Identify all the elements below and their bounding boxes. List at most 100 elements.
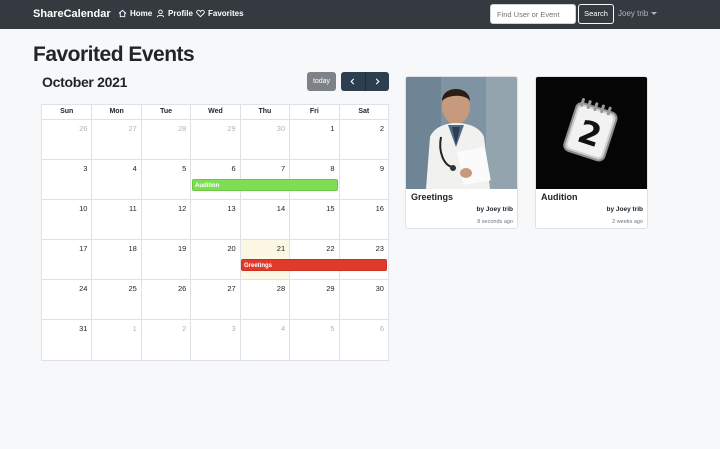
next-button[interactable]: [364, 72, 390, 91]
calendar-day[interactable]: 5: [140, 160, 190, 199]
day-number: 3: [83, 164, 88, 173]
calendar-day[interactable]: 26: [42, 120, 91, 159]
day-number: 27: [128, 124, 137, 133]
event-card-author[interactable]: by Joey trib: [477, 206, 513, 213]
calendar-week: 26 27 28 29 30 1 2: [42, 120, 388, 160]
event-card-time: 8 seconds ago: [477, 219, 513, 225]
chevron-right-icon: [375, 78, 380, 85]
calendar-day[interactable]: 5: [289, 320, 338, 360]
today-button[interactable]: today: [307, 72, 336, 91]
day-number: 23: [375, 244, 384, 253]
calendar-day[interactable]: 17: [42, 240, 91, 279]
day-number: 2: [379, 124, 384, 133]
day-number: 30: [276, 124, 286, 133]
calendar-day[interactable]: 18: [91, 240, 140, 279]
calendar-day[interactable]: 11: [91, 200, 140, 239]
calendar-week: 3 4 5 6 7 8 9 Audition: [42, 160, 388, 200]
calendar-day[interactable]: 10: [42, 200, 91, 239]
day-number: 5: [330, 324, 335, 333]
weekday-label: Mon: [91, 105, 140, 119]
calendar-week: 24 25 26 27 28 29 30: [42, 280, 388, 320]
search-input[interactable]: [490, 4, 576, 24]
day-number: 24: [79, 284, 88, 293]
event-card-time: 2 weeks ago: [612, 219, 643, 225]
day-number: 6: [379, 324, 384, 333]
nav-home[interactable]: Home: [118, 9, 152, 18]
day-number: 25: [128, 284, 137, 293]
day-number: 4: [132, 164, 137, 173]
home-icon: [118, 9, 127, 18]
day-number: 28: [177, 124, 187, 133]
calendar-day[interactable]: 15: [289, 200, 338, 239]
calendar-day[interactable]: 1: [289, 120, 338, 159]
calendar-day[interactable]: 9: [338, 160, 388, 199]
heart-icon: [196, 9, 205, 18]
event-card-title[interactable]: Greetings: [411, 192, 453, 202]
calendar-day[interactable]: 14: [239, 200, 289, 239]
day-number: 18: [128, 244, 137, 253]
calendar-day[interactable]: 16: [338, 200, 388, 239]
brand-logo[interactable]: ShareCalendar: [33, 8, 111, 20]
navbar: ShareCalendar Home Profile Favorites Sea…: [0, 0, 720, 29]
calendar-day[interactable]: 13: [190, 200, 239, 239]
day-number: 9: [379, 164, 384, 173]
day-number: 22: [326, 244, 335, 253]
nav-favorites[interactable]: Favorites: [196, 9, 244, 18]
event-image[interactable]: 2: [536, 77, 647, 189]
calendar-day[interactable]: 2: [338, 120, 388, 159]
search-button[interactable]: Search: [578, 4, 614, 24]
calendar-day[interactable]: 20: [190, 240, 239, 279]
day-number: 12: [177, 204, 187, 213]
calendar-grid: Sun Mon Tue Wed Thu Fri Sat 26 27 28 29 …: [41, 104, 389, 361]
event-image[interactable]: [406, 77, 517, 189]
day-number: 10: [79, 204, 88, 213]
event-card-audition[interactable]: 2 Audition by Joey trib 2 weeks ago: [535, 76, 648, 229]
calendar-day[interactable]: 3: [190, 320, 239, 360]
event-greetings[interactable]: Greetings: [241, 259, 387, 271]
calendar-day[interactable]: 28: [239, 280, 289, 319]
calendar-day[interactable]: 30: [338, 280, 388, 319]
calendar-day[interactable]: 30: [239, 120, 289, 159]
calendar-day[interactable]: 29: [190, 120, 239, 159]
calendar-day[interactable]: 26: [140, 280, 190, 319]
day-number: 5: [182, 164, 187, 173]
calendar-day[interactable]: 1: [91, 320, 140, 360]
calendar-day[interactable]: 4: [91, 160, 140, 199]
calendar-day[interactable]: 28: [140, 120, 190, 159]
calendar-day[interactable]: 27: [190, 280, 239, 319]
day-number: 14: [276, 204, 286, 213]
user-name: Joey trib: [618, 9, 649, 18]
day-number: 13: [227, 204, 236, 213]
calendar-day[interactable]: 2: [140, 320, 190, 360]
weekday-label: Tue: [140, 105, 190, 119]
page-title: Favorited Events: [33, 43, 195, 66]
day-number: 28: [276, 284, 286, 293]
nav-home-label: Home: [130, 9, 153, 18]
day-number: 1: [330, 124, 335, 133]
event-card-greetings[interactable]: Greetings by Joey trib 8 seconds ago: [405, 76, 518, 229]
calendar-day[interactable]: 4: [239, 320, 289, 360]
calendar-day[interactable]: 27: [91, 120, 140, 159]
weekday-label: Sat: [338, 105, 388, 119]
calendar-day[interactable]: 24: [42, 280, 91, 319]
calendar-day[interactable]: 19: [140, 240, 190, 279]
day-number: 20: [227, 244, 236, 253]
calendar-day[interactable]: 29: [289, 280, 338, 319]
day-number: 15: [326, 204, 335, 213]
nav-favorites-label: Favorites: [208, 9, 244, 18]
user-dropdown[interactable]: Joey trib: [618, 9, 658, 18]
prev-button[interactable]: [341, 72, 365, 91]
calendar-day[interactable]: 25: [91, 280, 140, 319]
day-number: 26: [177, 284, 187, 293]
event-card-author[interactable]: by Joey trib: [607, 206, 643, 213]
calendar-day[interactable]: 31: [42, 320, 91, 360]
calendar-day[interactable]: 6: [338, 320, 388, 360]
calendar-day[interactable]: 3: [42, 160, 91, 199]
event-card-title[interactable]: Audition: [541, 192, 578, 202]
event-audition[interactable]: Audition: [192, 179, 338, 191]
day-number: 29: [227, 124, 236, 133]
calendar-day[interactable]: 12: [140, 200, 190, 239]
nav-profile[interactable]: Profile: [156, 9, 193, 18]
day-number: 31: [79, 324, 88, 333]
day-number: 1: [132, 324, 137, 333]
